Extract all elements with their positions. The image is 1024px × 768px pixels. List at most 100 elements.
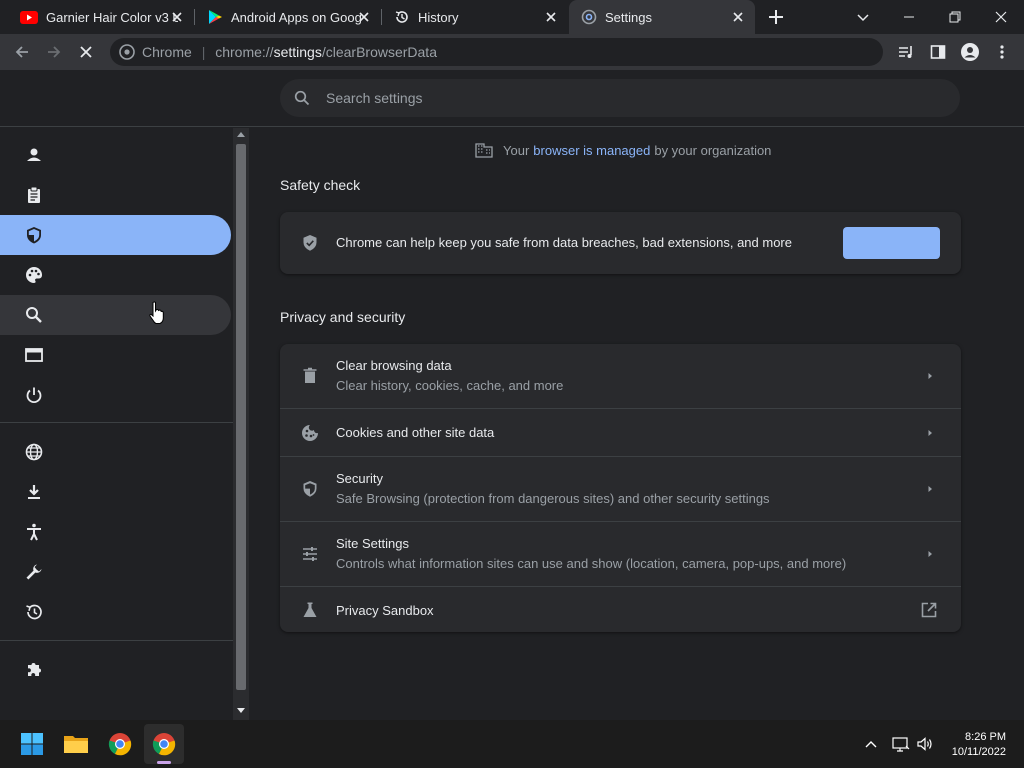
safety-check-title: Safety check [280, 177, 361, 193]
omnibox[interactable]: Chrome | chrome://settings/clearBrowserD… [110, 38, 883, 66]
managed-suffix: by your organization [654, 142, 772, 158]
tab-google-play[interactable]: Android Apps on Goog [195, 0, 381, 34]
scroll-down-arrow-icon[interactable] [237, 708, 245, 714]
forward-button[interactable] [40, 38, 68, 66]
media-controls-button[interactable] [892, 38, 920, 66]
volume-icon[interactable] [916, 735, 934, 753]
system-clock[interactable]: 8:26 PM 10/11/2022 [952, 730, 1006, 760]
sidebar-scrollbar[interactable] [233, 128, 249, 720]
network-icon[interactable] [892, 735, 910, 753]
profile-button[interactable] [956, 38, 984, 66]
url-text: Chrome | chrome://settings/clearBrowserD… [142, 44, 437, 60]
tab-title: History [418, 9, 459, 25]
close-icon[interactable] [544, 10, 558, 24]
close-window-button[interactable] [978, 0, 1024, 34]
tab-title: Garnier Hair Color v3 U [46, 9, 178, 25]
sliders-icon [300, 544, 320, 564]
chrome-logo-icon [108, 733, 132, 756]
person-icon [24, 145, 44, 165]
restore-button[interactable] [932, 0, 978, 34]
sidebar-item-search-engine[interactable] [0, 295, 231, 335]
new-tab-button[interactable] [766, 7, 786, 27]
sidebar-item-downloads[interactable] [0, 472, 231, 512]
arrow-right-icon [924, 427, 936, 439]
youtube-icon [20, 10, 38, 24]
managed-prefix: Your [503, 142, 530, 158]
file-explorer-button[interactable] [56, 724, 96, 764]
menu-button[interactable] [988, 38, 1016, 66]
minimize-icon [904, 16, 914, 18]
security-row[interactable]: Security Safe Browsing (protection from … [280, 456, 961, 521]
close-icon[interactable] [731, 10, 745, 24]
row-title: Clear browsing data [336, 358, 452, 373]
sidebar-item-autofill[interactable] [0, 175, 231, 215]
sidebar-item-system[interactable] [0, 552, 231, 592]
arrow-right-icon [924, 483, 936, 495]
start-button[interactable] [12, 724, 52, 764]
search-icon [24, 305, 44, 325]
safety-check-card: Chrome can help keep you safe from data … [280, 212, 961, 274]
chevron-up-icon[interactable] [864, 737, 878, 751]
sidebar-item-appearance[interactable] [0, 255, 231, 295]
row-subtitle: Controls what information sites can use … [336, 556, 847, 571]
minimize-button[interactable] [886, 0, 932, 34]
search-settings-box[interactable] [280, 79, 960, 117]
arrow-left-icon [15, 46, 28, 58]
cookies-row[interactable]: Cookies and other site data [280, 408, 961, 456]
sidebar-item-default-browser[interactable] [0, 335, 231, 375]
avatar-icon [961, 43, 979, 61]
shield-icon [300, 479, 320, 499]
browser-managed-link[interactable]: browser is managed [533, 143, 650, 158]
sidebar-item-languages[interactable] [0, 432, 231, 472]
tab-title: Android Apps on Goog [231, 9, 362, 25]
privacy-sandbox-row[interactable]: Privacy Sandbox [280, 586, 961, 632]
site-settings-row[interactable]: Site Settings Controls what information … [280, 521, 961, 586]
arrow-right-icon [924, 370, 936, 382]
close-icon[interactable] [170, 10, 184, 24]
managed-notice: Your browser is managed by your organiza… [475, 140, 771, 160]
tab-history[interactable]: History [382, 0, 568, 34]
tab-search-button[interactable] [854, 8, 872, 26]
power-icon [24, 385, 44, 405]
clear-browsing-data-row[interactable]: Clear browsing data Clear history, cooki… [280, 344, 961, 408]
row-title: Site Settings [336, 536, 409, 551]
sidebar-item-reset-settings[interactable] [0, 592, 231, 632]
back-button[interactable] [8, 38, 36, 66]
building-icon [475, 142, 493, 158]
search-icon [294, 90, 310, 106]
close-icon[interactable] [357, 10, 371, 24]
stop-button[interactable] [72, 38, 100, 66]
sidebar-item-extensions[interactable] [0, 649, 231, 689]
trash-icon [300, 366, 320, 386]
media-queue-icon [899, 46, 912, 58]
privacy-card: Clear browsing data Clear history, cooki… [280, 344, 961, 632]
url-scheme: chrome:// [215, 44, 274, 60]
check-now-button[interactable] [843, 227, 940, 259]
chrome-active-taskbar-button[interactable] [144, 724, 184, 764]
globe-icon [24, 442, 44, 462]
side-panel-button[interactable] [924, 38, 952, 66]
browser-window-icon [24, 345, 44, 365]
url-host: settings [273, 44, 322, 60]
sidebar-item-on-startup[interactable] [0, 375, 231, 415]
tab-settings[interactable]: Settings [569, 0, 755, 34]
chrome-taskbar-button[interactable] [100, 724, 140, 764]
search-input[interactable] [326, 88, 926, 108]
scrollbar-thumb[interactable] [236, 144, 246, 690]
close-icon [80, 46, 92, 58]
clock-time: 8:26 PM [965, 731, 1006, 743]
tab-youtube[interactable]: Garnier Hair Color v3 U [8, 0, 194, 34]
sidebar-item-accessibility[interactable] [0, 512, 231, 552]
wrench-icon [24, 562, 44, 582]
row-title: Security [336, 471, 383, 486]
settings-header [0, 70, 1024, 127]
sidebar-item-you-and-google[interactable] [0, 135, 231, 175]
tab-title: Settings [605, 9, 652, 25]
open-in-new-icon[interactable] [920, 601, 938, 619]
clock-date: 10/11/2022 [951, 746, 1006, 758]
side-panel-icon [930, 45, 946, 59]
scroll-up-arrow-icon[interactable] [237, 131, 245, 137]
sidebar-item-privacy-and-security[interactable] [0, 215, 231, 255]
row-subtitle: Safe Browsing (protection from dangerous… [336, 491, 770, 506]
close-icon [995, 11, 1007, 23]
